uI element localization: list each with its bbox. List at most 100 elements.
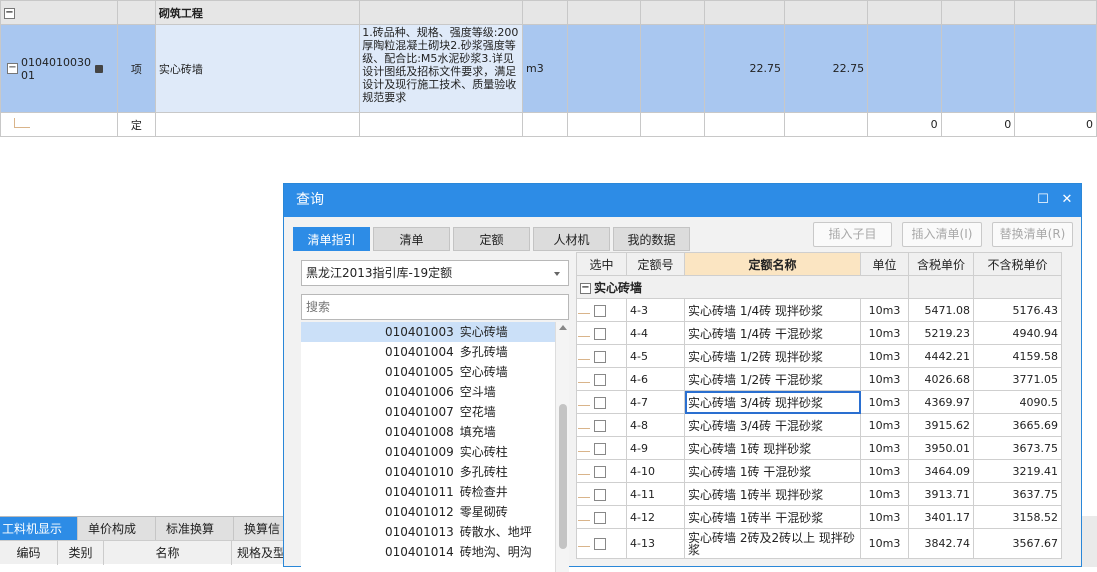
quota-row[interactable]: 4-12 实心砖墙 1砖半 干混砂浆 10m3 3401.17 3158.52 [576,505,1062,529]
quota-price-tax: 3915.62 [908,413,974,437]
chevron-down-icon[interactable] [554,272,560,276]
quota-row[interactable]: 4-9 实心砖墙 1砖 现拌砂浆 10m3 3950.01 3673.75 [576,436,1062,460]
select-checkbox[interactable] [594,511,606,524]
bill-item-row[interactable]: −010401003001 项 实心砖墙 1.砖品种、规格、强度等级:200厚陶… [0,24,1097,113]
select-checkbox[interactable] [594,538,606,550]
guide-list-item[interactable]: 010401005 空心砖墙 [301,362,569,382]
quota-name[interactable]: 实心砖墙 1/4砖 干混砂浆 [684,321,861,345]
search-input[interactable] [301,294,569,320]
select-cell[interactable] [576,298,627,322]
close-icon[interactable]: ✕ [1060,193,1074,207]
quota-name[interactable]: 实心砖墙 3/4砖 现拌砂浆 [684,390,861,414]
quota-name[interactable]: 实心砖墙 1/2砖 现拌砂浆 [684,344,861,368]
maximize-icon[interactable]: ☐ [1036,193,1050,207]
select-checkbox[interactable] [594,465,606,478]
tab-standard-conversion[interactable]: 标准换算 [156,517,234,541]
quota-name[interactable]: 实心砖墙 1砖半 干混砂浆 [684,505,861,529]
quota-name[interactable]: 实心砖墙 1砖 干混砂浆 [684,459,861,483]
tab-bill-guide[interactable]: 清单指引 [293,227,370,251]
quota-row[interactable]: 4-6 实心砖墙 1/2砖 干混砂浆 10m3 4026.68 3771.05 [576,367,1062,391]
select-checkbox[interactable] [594,442,606,455]
insert-subitem-button[interactable]: 插入子目 [813,222,892,247]
item-description[interactable]: 1.砖品种、规格、强度等级:200厚陶粒混凝土砌块2.砂浆强度等级、配合比:M5… [359,24,523,113]
quota-group-row[interactable]: − 实心砖墙 [576,275,1062,299]
section-row[interactable]: − 砌筑工程 [0,0,1097,25]
col-quota-code[interactable]: 定额号 [626,252,685,276]
guide-list-item[interactable]: 010401009 实心砖柱 [301,442,569,462]
quota-row[interactable]: 4-13 实心砖墙 2砖及2砖以上 现拌砂浆 10m3 3842.74 3567.67 [576,528,1062,559]
tab-labor-material[interactable]: 人材机 [533,227,610,251]
quota-row[interactable]: 4-5 实心砖墙 1/2砖 现拌砂浆 10m3 4442.21 4159.58 [576,344,1062,368]
quota-row[interactable]: 4-10 实心砖墙 1砖 干混砂浆 10m3 3464.09 3219.41 [576,459,1062,483]
library-select[interactable]: 黑龙江2013指引库-19定额 [301,260,569,286]
quota-row[interactable]: 4-3 实心砖墙 1/4砖 现拌砂浆 10m3 5471.08 5176.43 [576,298,1062,322]
select-cell[interactable] [576,528,627,559]
insert-bill-button[interactable]: 插入清单(I) [902,222,982,247]
select-checkbox[interactable] [594,327,606,340]
tab-bill[interactable]: 清单 [373,227,450,251]
select-cell[interactable] [576,436,627,460]
select-cell[interactable] [576,367,627,391]
collapse-icon[interactable]: − [7,63,18,74]
bill-grid: − 砌筑工程 −010401003001 项 实心砖墙 1.砖品种、规格、强度等… [0,0,1097,137]
select-cell[interactable] [576,413,627,437]
quota-row[interactable]: 4-11 实心砖墙 1砖半 现拌砂浆 10m3 3913.71 3637.75 [576,482,1062,506]
quota-row[interactable]: 4-7 实心砖墙 3/4砖 现拌砂浆 10m3 4369.97 4090.5 [576,390,1062,414]
item-code-cell[interactable]: −010401003001 [0,24,118,113]
scroll-thumb[interactable] [559,404,567,549]
select-checkbox[interactable] [594,373,606,386]
guide-list-item[interactable]: 010401004 多孔砖墙 [301,342,569,362]
quota-row[interactable]: 4-8 实心砖墙 3/4砖 干混砂浆 10m3 3915.62 3665.69 [576,413,1062,437]
guide-list-item[interactable]: 010401003 实心砖墙 [301,322,569,342]
collapse-icon[interactable]: − [4,7,15,19]
select-checkbox[interactable] [594,488,606,501]
tab-unit-price[interactable]: 单价构成 [78,517,156,541]
quota-name[interactable]: 实心砖墙 1砖半 现拌砂浆 [684,482,861,506]
dialog-titlebar[interactable]: 查询 ☐ ✕ [284,184,1081,217]
quota-name[interactable]: 实心砖墙 2砖及2砖以上 现拌砂浆 [684,528,861,559]
quota-price-tax: 4442.21 [908,344,974,368]
quota-unit: 10m3 [860,482,909,506]
item-name[interactable]: 实心砖墙 [154,24,361,113]
guide-list-item[interactable]: 010401008 填充墙 [301,422,569,442]
guide-item-name: 空花墙 [459,405,496,419]
guide-list-item[interactable]: 010401013 砖散水、地坪 [301,522,569,542]
quota-name[interactable]: 实心砖墙 1/4砖 现拌砂浆 [684,298,861,322]
select-cell[interactable] [576,344,627,368]
col-price-notax[interactable]: 不含税单价 [973,252,1062,276]
quota-name[interactable]: 实心砖墙 1/2砖 干混砂浆 [684,367,861,391]
col-unit[interactable]: 单位 [860,252,909,276]
select-cell[interactable] [576,390,627,414]
select-checkbox[interactable] [594,396,606,409]
list-scrollbar[interactable] [555,322,569,572]
tab-material-display[interactable]: 工料机显示 [0,517,78,541]
quota-name[interactable]: 实心砖墙 1砖 现拌砂浆 [684,436,861,460]
collapse-icon[interactable]: − [580,282,591,294]
select-checkbox[interactable] [594,304,606,317]
select-checkbox[interactable] [594,350,606,363]
guide-list-item[interactable]: 010401014 砖地沟、明沟 [301,542,569,562]
guide-list-item[interactable]: 010401011 砖检查井 [301,482,569,502]
quota-price-notax: 3771.05 [973,367,1062,391]
quota-name[interactable]: 实心砖墙 3/4砖 干混砂浆 [684,413,861,437]
guide-list-item[interactable]: 010401010 多孔砖柱 [301,462,569,482]
guide-list-item[interactable]: 010401006 空斗墙 [301,382,569,402]
quota-row[interactable]: 4-4 实心砖墙 1/4砖 干混砂浆 10m3 5219.23 4940.94 [576,321,1062,345]
select-cell[interactable] [576,505,627,529]
col-price-tax[interactable]: 含税单价 [908,252,974,276]
query-dialog[interactable]: 查询 ☐ ✕ 清单指引 清单 定额 人材机 我的数据 插入子目 插入清单(I) … [283,183,1082,572]
quota-row[interactable]: 定 0 0 0 [0,112,1097,137]
tab-quota[interactable]: 定额 [453,227,530,251]
tab-my-data[interactable]: 我的数据 [613,227,690,251]
col-quota-name[interactable]: 定额名称 [684,252,861,276]
section-collapse[interactable]: − [0,0,118,25]
select-cell[interactable] [576,459,627,483]
guide-list-item[interactable]: 010401012 零星砌砖 [301,502,569,522]
scroll-up-icon[interactable] [559,325,567,330]
select-cell[interactable] [576,321,627,345]
replace-bill-button[interactable]: 替换清单(R) [992,222,1073,247]
select-cell[interactable] [576,482,627,506]
tree-line [14,118,30,128]
guide-list-item[interactable]: 010401007 空花墙 [301,402,569,422]
select-checkbox[interactable] [594,419,606,432]
